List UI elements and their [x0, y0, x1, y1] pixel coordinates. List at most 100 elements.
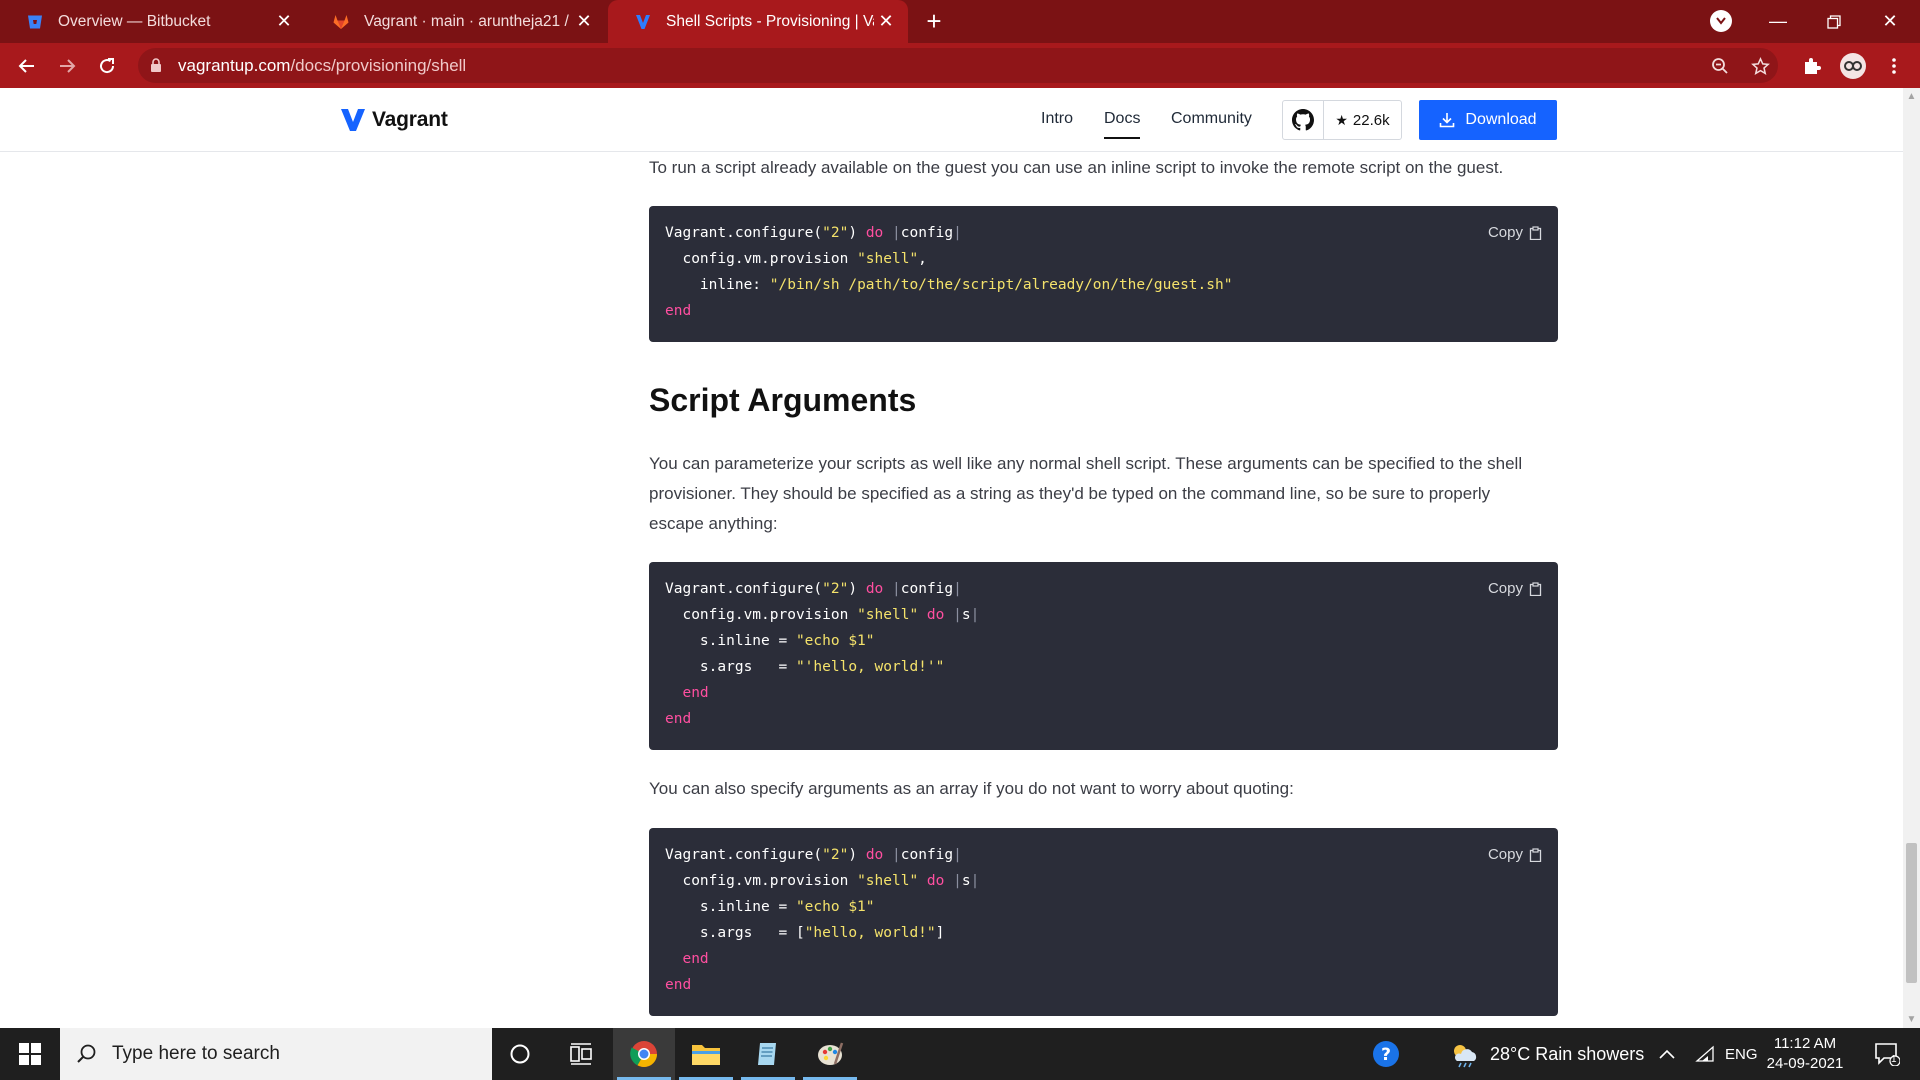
copy-button[interactable]: Copy: [1488, 224, 1542, 241]
more-vertical-icon: [1892, 58, 1896, 74]
browser-toolbar: vagrantup.com/docs/provisioning/shell: [0, 43, 1920, 88]
clipboard-icon: [1529, 225, 1542, 240]
windows-logo-icon: [19, 1043, 41, 1065]
start-button[interactable]: [0, 1028, 60, 1080]
close-tab-icon[interactable]: ✕: [874, 10, 898, 34]
taskbar-clock[interactable]: 11:12 AM 24-09-2021: [1760, 1034, 1850, 1074]
new-tab-button[interactable]: +: [920, 8, 948, 36]
address-bar[interactable]: vagrantup.com/docs/provisioning/shell: [138, 48, 1778, 83]
restore-icon: [1827, 14, 1841, 29]
paint-palette-icon: [818, 1042, 844, 1065]
restore-button[interactable]: [1806, 0, 1862, 43]
close-tab-icon[interactable]: ✕: [272, 10, 296, 34]
taskbar-file-explorer[interactable]: [675, 1028, 737, 1080]
puzzle-icon: [1805, 58, 1821, 74]
bitbucket-icon: [26, 13, 44, 31]
intro-paragraph: To run a script already available on the…: [649, 158, 1504, 177]
avatar: [1840, 53, 1866, 79]
args-paragraph-line: You can parameterize your scripts as wel…: [649, 454, 1523, 473]
args-paragraph-line: provisioner. They should be specified as…: [649, 484, 1491, 503]
tab-bitbucket[interactable]: Overview — Bitbucket ✕: [0, 0, 306, 43]
back-button[interactable]: [12, 51, 42, 81]
copy-button[interactable]: Copy: [1488, 846, 1542, 863]
notification-count: 1: [1891, 1054, 1897, 1065]
folder-icon: [692, 1045, 720, 1065]
nav-docs[interactable]: Docs: [1104, 110, 1141, 139]
tab-gitlab[interactable]: Vagrant · main · aruntheja21 / Vagrant ✕: [306, 0, 606, 43]
taskbar-search-box[interactable]: Type here to search: [60, 1028, 492, 1080]
url-path: /docs/provisioning/shell: [290, 56, 467, 75]
star-icon: ★: [1335, 111, 1348, 128]
tab-search-button[interactable]: [1710, 10, 1732, 32]
github-icon: [1292, 109, 1314, 131]
url-host: vagrantup.com: [178, 56, 291, 75]
wifi-icon: [1695, 1045, 1714, 1062]
svg-text:?: ?: [1381, 1045, 1391, 1065]
arrow-right-icon: [60, 59, 76, 73]
browser-menu-button[interactable]: [1879, 51, 1909, 81]
download-label: Download: [1465, 111, 1537, 128]
notepad-icon: [758, 1043, 776, 1065]
notification-center-button[interactable]: 1: [1862, 1028, 1912, 1080]
profile-button[interactable]: [1838, 51, 1868, 81]
docs-content: To run a script already available on the…: [0, 152, 1903, 1028]
forward-button[interactable]: [52, 51, 82, 81]
clock-date: 24-09-2021: [1766, 1055, 1844, 1072]
star-count: 22.6k: [1352, 111, 1390, 129]
copy-label: Copy: [1487, 580, 1523, 597]
close-window-button[interactable]: ✕: [1862, 0, 1918, 43]
cortana-button[interactable]: [489, 1028, 551, 1080]
code-text: Vagrant.configure("2") do |config| confi…: [665, 225, 1233, 319]
vagrant-logo[interactable]: Vagrant: [340, 108, 448, 132]
help-icon: ?: [1373, 1041, 1399, 1067]
logo-text: Vagrant: [372, 108, 448, 131]
scroll-thumb[interactable]: [1906, 843, 1917, 983]
code-block-args-string: Vagrant.configure("2") do |config| confi…: [649, 562, 1558, 750]
page-scrollbar[interactable]: ▲ ▼: [1903, 88, 1920, 1028]
clock-time: 11:12 AM: [1773, 1035, 1837, 1052]
task-view-button[interactable]: [550, 1028, 612, 1080]
tab-title: Shell Scripts - Provisioning | Vagrant: [666, 12, 874, 30]
github-widget: ★ 22.6k: [1282, 100, 1402, 140]
nav-community[interactable]: Community: [1171, 110, 1252, 128]
bookmark-star-icon[interactable]: [1750, 56, 1770, 76]
github-link[interactable]: [1283, 101, 1324, 139]
download-button[interactable]: Download: [1419, 100, 1557, 140]
windows-taskbar: Type here to search ? 28°C Rain showers …: [0, 1028, 1920, 1080]
network-button[interactable]: [1685, 1028, 1725, 1080]
scroll-down-arrow-icon[interactable]: ▼: [1903, 1011, 1920, 1028]
minimize-button[interactable]: —: [1750, 0, 1806, 43]
clipboard-icon: [1529, 581, 1542, 596]
search-placeholder: Type here to search: [112, 1043, 280, 1064]
scroll-up-arrow-icon[interactable]: ▲: [1903, 88, 1920, 105]
tab-title: Vagrant · main · aruntheja21 / Vagrant: [364, 12, 572, 30]
download-icon: [1440, 113, 1455, 128]
language-indicator[interactable]: ENG: [1725, 1028, 1758, 1080]
chrome-icon: [630, 1041, 658, 1068]
taskbar-notepad-app[interactable]: [737, 1028, 799, 1080]
site-header: Vagrant Intro Docs Community ★ 22.6k Dow…: [0, 88, 1903, 152]
taskbar-chrome[interactable]: [613, 1028, 675, 1080]
arrow-left-icon: [18, 59, 34, 73]
nav-intro[interactable]: Intro: [1041, 110, 1073, 128]
extensions-button[interactable]: [1797, 51, 1827, 81]
show-hidden-icons-button[interactable]: [1647, 1028, 1687, 1080]
weather-text: 28°C Rain showers: [1490, 1043, 1645, 1064]
reload-button[interactable]: [92, 51, 122, 81]
section-heading-script-arguments: Script Arguments: [649, 382, 917, 418]
browser-tab-strip: Overview — Bitbucket ✕ Vagrant · main · …: [0, 0, 1920, 43]
close-tab-icon[interactable]: ✕: [572, 10, 596, 34]
cortana-icon: [510, 1044, 530, 1064]
clipboard-icon: [1529, 847, 1542, 862]
args-paragraph-line: escape anything:: [649, 514, 778, 533]
help-button[interactable]: ?: [1355, 1028, 1417, 1080]
copy-button[interactable]: Copy: [1488, 580, 1542, 597]
github-stars[interactable]: ★ 22.6k: [1324, 101, 1401, 139]
code-text: Vagrant.configure("2") do |config| confi…: [665, 581, 980, 727]
args-paragraph: You can parameterize your scripts as wel…: [649, 449, 1561, 539]
taskbar-paint-app[interactable]: [799, 1028, 861, 1080]
tab-vagrant-docs[interactable]: Shell Scripts - Provisioning | Vagrant ✕: [608, 0, 908, 43]
zoom-icon[interactable]: [1710, 56, 1730, 76]
tab-title: Overview — Bitbucket: [58, 12, 211, 30]
weather-widget[interactable]: 28°C Rain showers: [1448, 1028, 1644, 1080]
